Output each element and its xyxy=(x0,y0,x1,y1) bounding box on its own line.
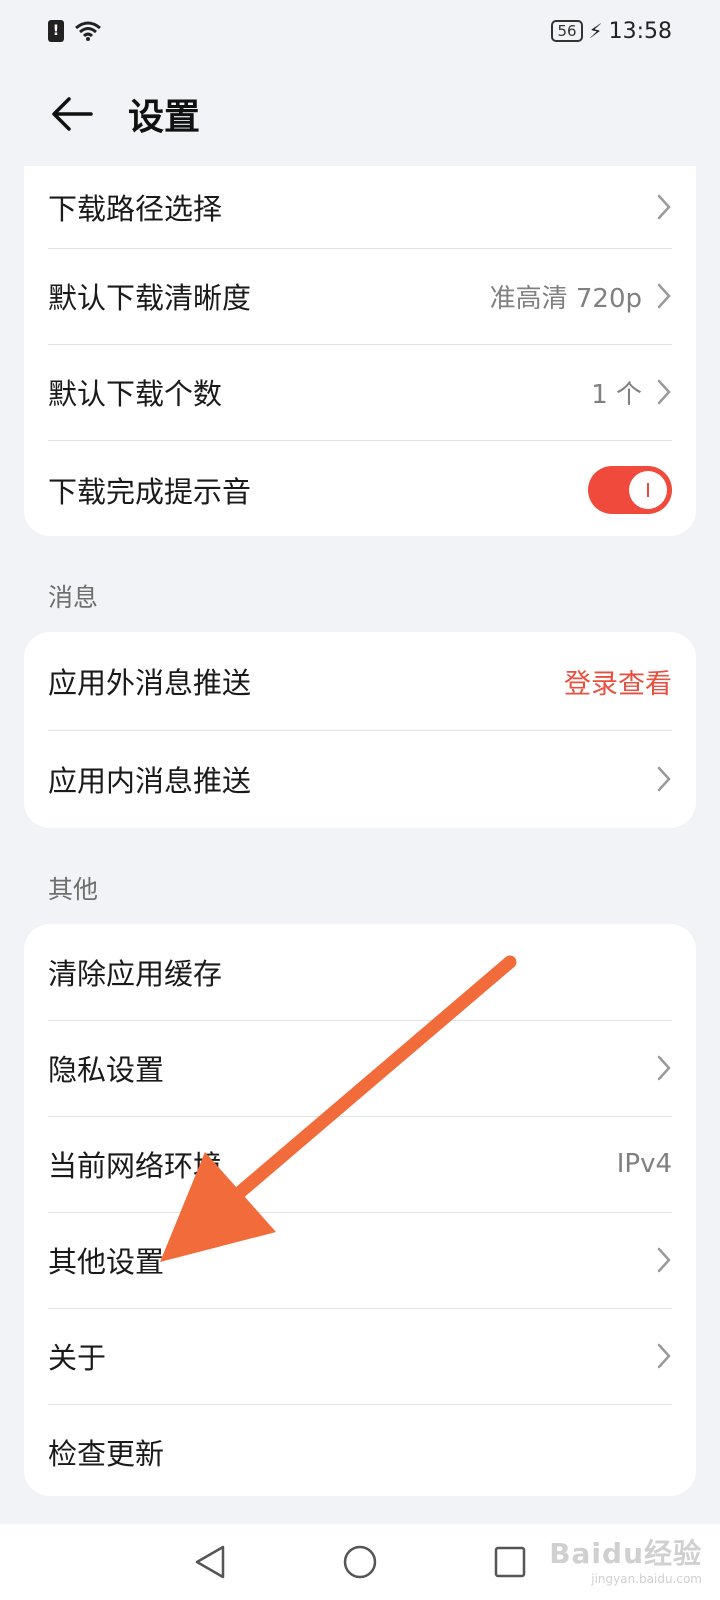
row-label: 下载路径选择 xyxy=(48,192,223,226)
settings-row-network[interactable]: 当前网络环境 IPv4 xyxy=(24,1116,696,1212)
login-to-view-link[interactable]: 登录查看 xyxy=(564,662,672,701)
wifi-icon xyxy=(75,21,101,41)
nav-home-button[interactable] xyxy=(340,1542,380,1582)
status-icons-left: ! xyxy=(48,20,102,42)
row-label: 下载完成提示音 xyxy=(48,475,252,509)
status-bar: ! 56 ⚡ 13:58 xyxy=(0,0,720,62)
watermark-url: jingyan.baidu.com xyxy=(591,1572,702,1586)
row-label: 检查更新 xyxy=(48,1437,165,1471)
row-label: 清除应用缓存 xyxy=(48,957,223,991)
chevron-right-icon xyxy=(657,1247,671,1273)
download-settings-card: 下载路径选择 默认下载清晰度 准高清 720p 默认下载个数 1 个 下载完成提… xyxy=(24,166,696,536)
baidu-watermark: Baidu经验 jingyan.baidu.com xyxy=(549,1532,702,1586)
row-label: 默认下载清晰度 xyxy=(48,281,252,315)
settings-row-clear-cache[interactable]: 清除应用缓存 xyxy=(24,924,696,1020)
settings-row-other-settings[interactable]: 其他设置 xyxy=(24,1212,696,1308)
messages-card: 应用外消息推送 登录查看 应用内消息推送 xyxy=(24,632,696,828)
chevron-right-icon xyxy=(657,766,671,792)
settings-row-privacy[interactable]: 隐私设置 xyxy=(24,1020,696,1116)
chevron-right-icon xyxy=(657,283,671,309)
sim-alert-icon: ! xyxy=(48,20,64,42)
watermark-logo: Baidu经验 xyxy=(549,1537,702,1570)
row-label: 其他设置 xyxy=(48,1245,165,1279)
download-sound-toggle[interactable] xyxy=(588,466,672,514)
row-value: 1 个 xyxy=(591,379,642,410)
settings-row-download-sound: 下载完成提示音 xyxy=(24,440,696,536)
settings-row-in-app-push[interactable]: 应用内消息推送 xyxy=(24,730,696,828)
row-value: IPv4 xyxy=(616,1149,672,1179)
settings-row-download-path[interactable]: 下载路径选择 xyxy=(24,166,696,248)
row-label: 当前网络环境 xyxy=(48,1149,223,1183)
chevron-right-icon xyxy=(657,1055,671,1081)
settings-row-download-quality[interactable]: 默认下载清晰度 准高清 720p xyxy=(24,248,696,344)
chevron-right-icon xyxy=(657,379,671,405)
row-label: 关于 xyxy=(48,1341,107,1375)
nav-recents-button[interactable] xyxy=(490,1542,530,1582)
settings-row-download-count[interactable]: 默认下载个数 1 个 xyxy=(24,344,696,440)
charging-icon: ⚡ xyxy=(588,19,603,43)
triangle-back-icon xyxy=(195,1545,225,1579)
circle-home-icon xyxy=(343,1545,377,1579)
chevron-right-icon xyxy=(657,194,671,220)
nav-back-button[interactable] xyxy=(190,1542,230,1582)
system-nav-bar: Baidu经验 jingyan.baidu.com xyxy=(0,1524,720,1600)
row-label: 应用内消息推送 xyxy=(48,764,252,798)
section-title-other: 其他 xyxy=(48,875,99,904)
settings-row-about[interactable]: 关于 xyxy=(24,1308,696,1404)
back-arrow-icon xyxy=(52,97,93,131)
status-icons-right: 56 ⚡ 13:58 xyxy=(551,19,672,44)
battery-icon: 56 xyxy=(551,20,583,42)
page-title: 设置 xyxy=(128,97,201,138)
other-settings-card: 清除应用缓存 隐私设置 当前网络环境 IPv4 其他设置 关于 检查更新 xyxy=(24,924,696,1496)
settings-row-check-update[interactable]: 检查更新 xyxy=(24,1404,696,1496)
settings-row-external-push[interactable]: 应用外消息推送 登录查看 xyxy=(24,632,696,730)
clock: 13:58 xyxy=(608,18,672,44)
square-recents-icon xyxy=(494,1546,526,1578)
row-label: 隐私设置 xyxy=(48,1053,165,1087)
app-header: 设置 xyxy=(0,62,720,166)
toggle-knob xyxy=(629,471,667,509)
chevron-right-icon xyxy=(657,1343,671,1369)
row-label: 应用外消息推送 xyxy=(48,666,252,700)
section-title-messages: 消息 xyxy=(48,583,99,612)
row-label: 默认下载个数 xyxy=(48,377,223,411)
back-button[interactable] xyxy=(48,90,96,138)
row-value: 准高清 720p xyxy=(489,283,642,314)
